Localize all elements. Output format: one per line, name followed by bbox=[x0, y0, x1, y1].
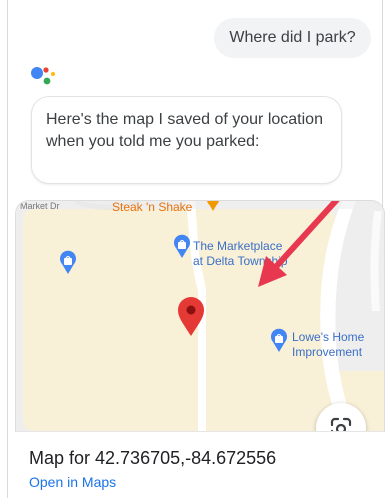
lowes-label-line2: Improvement bbox=[292, 345, 363, 359]
google-assistant-icon bbox=[31, 67, 55, 85]
map-info-footer: Map for 42.736705,-84.672556 Open in Map… bbox=[15, 431, 385, 498]
user-query-text: Where did I park? bbox=[229, 29, 356, 46]
user-query-bubble: Where did I park? bbox=[214, 18, 371, 58]
lowes-label-line1: Lowe's Home bbox=[292, 330, 365, 344]
marketplace-label-line1: The Marketplace bbox=[193, 239, 283, 253]
frame-left-border bbox=[7, 0, 8, 498]
steak-n-shake-label: Steak 'n Shake bbox=[112, 201, 193, 214]
assistant-reply-bubble: Here's the map I saved of your location … bbox=[31, 96, 342, 184]
assistant-reply-text: Here's the map I saved of your location … bbox=[46, 111, 323, 150]
open-in-maps-link[interactable]: Open in Maps bbox=[29, 472, 385, 492]
market-dr-label: Market Dr bbox=[20, 201, 60, 211]
map-coordinates-title: Map for 42.736705,-84.672556 bbox=[29, 448, 277, 468]
